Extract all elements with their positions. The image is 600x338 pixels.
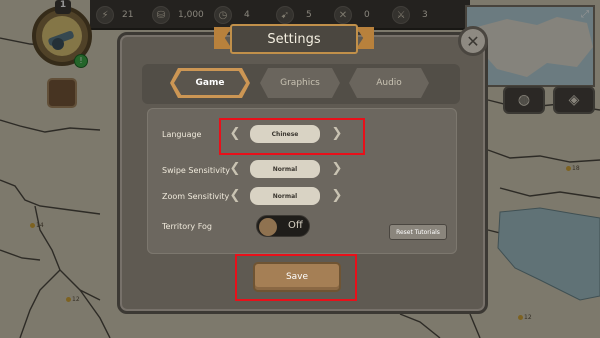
- zoom-sensitivity-label: Zoom Sensitivity: [162, 192, 230, 201]
- swipe-sensitivity-label: Swipe Sensitivity: [162, 166, 231, 175]
- territory-fog-toggle[interactable]: Off: [256, 215, 310, 237]
- toggle-knob: [259, 218, 277, 236]
- reset-tutorials-button[interactable]: Reset Tutorials: [389, 224, 447, 240]
- chevron-left-icon[interactable]: ❮: [229, 162, 241, 176]
- chevron-right-icon[interactable]: ❯: [331, 162, 343, 176]
- chevron-right-icon[interactable]: ❯: [331, 189, 343, 203]
- language-label: Language: [162, 130, 202, 139]
- tab-graphics[interactable]: Graphics: [260, 68, 340, 98]
- tab-label: Graphics: [280, 78, 320, 88]
- dialog-title: Settings: [230, 24, 358, 54]
- toggle-state: Off: [288, 220, 303, 231]
- swipe-sensitivity-value: Normal: [250, 160, 320, 178]
- tab-audio[interactable]: Audio: [349, 68, 429, 98]
- zoom-sensitivity-value: Normal: [250, 187, 320, 205]
- tab-label: Game: [195, 78, 225, 88]
- tab-label: Audio: [376, 78, 402, 88]
- close-button[interactable]: ✕: [458, 26, 488, 56]
- tab-game[interactable]: Game: [170, 68, 250, 98]
- highlight-box: [219, 118, 365, 155]
- territory-fog-label: Territory Fog: [162, 222, 212, 231]
- highlight-box: [235, 254, 357, 301]
- close-icon: ✕: [466, 31, 480, 51]
- chevron-left-icon[interactable]: ❮: [229, 189, 241, 203]
